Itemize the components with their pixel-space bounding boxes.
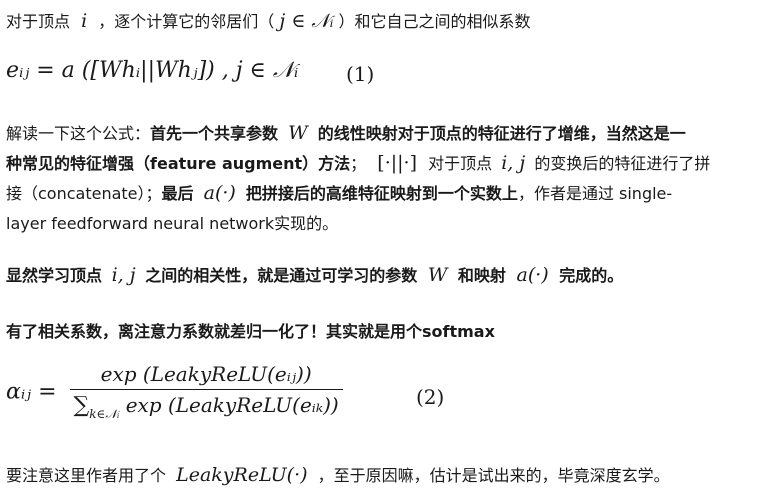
sum-symbol: ∑ xyxy=(73,393,90,418)
intro-text-1: 对于顶点 xyxy=(6,12,71,31)
para2-text-e: ，作者是通过 single- xyxy=(517,184,673,203)
eq1-lhs: eᵢⱼ = a xyxy=(6,58,75,83)
para2-bold-5: 把拼接后的高维特征映射到一个实数上 xyxy=(245,184,518,203)
para2-bold-4: 最后 xyxy=(161,184,194,203)
para2-bold-3: 种常见的特征增强（feature augment）方法 xyxy=(6,154,351,173)
para2-bold-2: 的线性映射对于顶点的特征进行了增维，当然这是一 xyxy=(317,124,686,143)
eq2-fraction: exp (LeakyReLU(eᵢⱼ)) ∑k∈𝒩ᵢ exp (LeakyReL… xyxy=(69,362,343,422)
para2-line-4: layer feedforward neural network实现的。 xyxy=(6,214,339,233)
para2-semicolon: ； xyxy=(350,154,367,173)
intro-text-2: ，逐个计算它的邻居们（ xyxy=(98,12,275,31)
para4-line: 有了相关系数，离注意力系数就差归一化了！其实就是用个softmax xyxy=(6,322,495,341)
para2-bold-1: 首先一个共享参数 xyxy=(150,124,279,143)
var-i: i xyxy=(81,10,88,32)
intro-line: 对于顶点 i ，逐个计算它的邻居们（ j ∈ 𝒩ᵢ ）和它自己之间的相似系数 xyxy=(6,8,531,32)
para3-text-a: 显然学习顶点 xyxy=(6,266,103,285)
eq2-numerator: exp (LeakyReLU(eᵢⱼ)) xyxy=(69,362,343,390)
para3-var-ij: i, j xyxy=(111,264,136,286)
equation-1-number: (1) xyxy=(346,62,375,86)
eq2-denominator-rest: exp (LeakyReLU(eᵢₖ)) xyxy=(125,393,339,417)
para3-text-b: 之间的相关性，就是通过可学习的参数 xyxy=(145,266,418,285)
sum-subscript: k∈𝒩ᵢ xyxy=(89,407,120,421)
para2-concatenate: 接（concatenate）； xyxy=(6,184,162,203)
equation-2-number: (2) xyxy=(416,385,445,409)
para2-text-d: 的变换后的特征进行了拼 xyxy=(534,154,711,173)
eq2-lhs: αᵢⱼ = xyxy=(6,379,57,405)
para2-line-3: 接（concatenate）；最后 a(·) 把拼接后的高维特征映射到一个实数上… xyxy=(6,180,672,204)
para2-line-1: 解读一下这个公式：首先一个共享参数 W 的线性映射对于顶点的特征进行了增维，当然… xyxy=(6,120,686,144)
fn-a: a(·) xyxy=(203,182,236,204)
concat-operator: [·||·] xyxy=(377,152,417,174)
eq1-body: ([Whᵢ||Whⱼ]) , j ∈ 𝒩ᵢ xyxy=(81,58,299,83)
para3-text-d: 完成的。 xyxy=(559,266,624,285)
equation-1: eᵢⱼ = a ([Whᵢ||Whⱼ]) , j ∈ 𝒩ᵢ xyxy=(6,58,298,83)
article-page: 对于顶点 i ，逐个计算它的邻居们（ j ∈ 𝒩ᵢ ）和它自己之间的相似系数 e… xyxy=(0,0,761,503)
para3-fn-a: a(·) xyxy=(516,264,549,286)
para2-line-2: 种常见的特征增强（feature augment）方法； [·||·] 对于顶点… xyxy=(6,150,710,174)
intro-text-3: ）和它自己之间的相似系数 xyxy=(338,12,531,31)
para3-text-c: 和映射 xyxy=(457,266,506,285)
para3-var-W: W xyxy=(427,264,448,286)
para5-text-a: 要注意这里作者用了个 xyxy=(6,466,167,485)
neighbor-expression: j ∈ 𝒩ᵢ xyxy=(279,10,334,32)
var-W: W xyxy=(288,122,308,144)
para2-text-c: 对于顶点 xyxy=(428,154,493,173)
fn-leakyrelu: LeakyReLU(·) xyxy=(176,464,308,486)
para5-text-b: ，至于原因嘛，估计是试出来的，毕竟深度玄学。 xyxy=(317,466,670,485)
para5-line: 要注意这里作者用了个 LeakyReLU(·) ，至于原因嘛，估计是试出来的，毕… xyxy=(6,462,670,486)
para3-line: 显然学习顶点 i, j 之间的相关性，就是通过可学习的参数 W 和映射 a(·)… xyxy=(6,262,623,286)
para2-intro: 解读一下这个公式： xyxy=(6,124,151,143)
var-ij: i, j xyxy=(501,152,526,174)
equation-2: αᵢⱼ = exp (LeakyReLU(eᵢⱼ)) ∑k∈𝒩ᵢ exp (Le… xyxy=(6,362,343,422)
eq2-denominator: ∑k∈𝒩ᵢ exp (LeakyReLU(eᵢₖ)) xyxy=(70,390,343,422)
